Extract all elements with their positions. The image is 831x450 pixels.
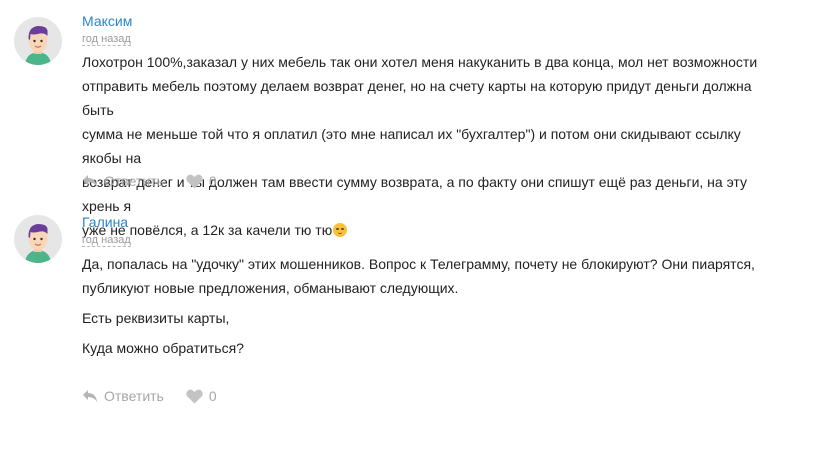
comment-timestamp[interactable]: год назад xyxy=(82,234,131,247)
comment-author-link[interactable]: Максим xyxy=(82,13,132,29)
comment-timestamp[interactable]: год назад xyxy=(82,33,131,46)
comment-text-line: Да, попалась на "удочку" этих мошенников… xyxy=(82,256,755,272)
heart-icon xyxy=(186,389,203,403)
comment-text-line: сумма не меньше той что я оплатил (это м… xyxy=(82,126,741,166)
avatar-icon xyxy=(14,215,62,263)
comment-actions: Ответить 0 xyxy=(82,171,217,191)
like-count: 0 xyxy=(208,173,217,189)
comment-1: Максим год назад Лохотрон 100%,заказал у… xyxy=(0,0,831,238)
reply-label: Ответить xyxy=(104,388,164,404)
comment-2: Галина год назад Да, попалась на "удочку… xyxy=(0,210,831,450)
comment-text-line: публикуют новые предложения, обманывают … xyxy=(82,280,459,296)
like-button[interactable]: 0 xyxy=(186,173,217,189)
reply-arrow-icon xyxy=(83,390,97,402)
reply-button[interactable]: Ответить xyxy=(82,388,164,404)
like-count: 0 xyxy=(208,388,217,404)
comment-text: Да, попалась на "удочку" этих мошенников… xyxy=(82,252,782,360)
comment-text-line: Есть реквизиты карты, xyxy=(82,310,230,326)
reply-button[interactable]: Ответить xyxy=(82,173,164,189)
avatar-icon xyxy=(14,17,62,65)
comment-author-link[interactable]: Галина xyxy=(82,214,128,230)
comment-actions: Ответить 0 xyxy=(82,386,217,406)
reply-arrow-icon xyxy=(83,175,97,187)
heart-icon xyxy=(186,174,203,188)
comment-text-line: отправить мебель поэтому делаем возврат … xyxy=(82,78,752,118)
reply-label: Ответить xyxy=(104,173,164,189)
like-button[interactable]: 0 xyxy=(186,388,217,404)
comment-text-line: Куда можно обратиться? xyxy=(82,340,244,356)
comment-text-line: Лохотрон 100%,заказал у них мебель так о… xyxy=(82,54,758,70)
